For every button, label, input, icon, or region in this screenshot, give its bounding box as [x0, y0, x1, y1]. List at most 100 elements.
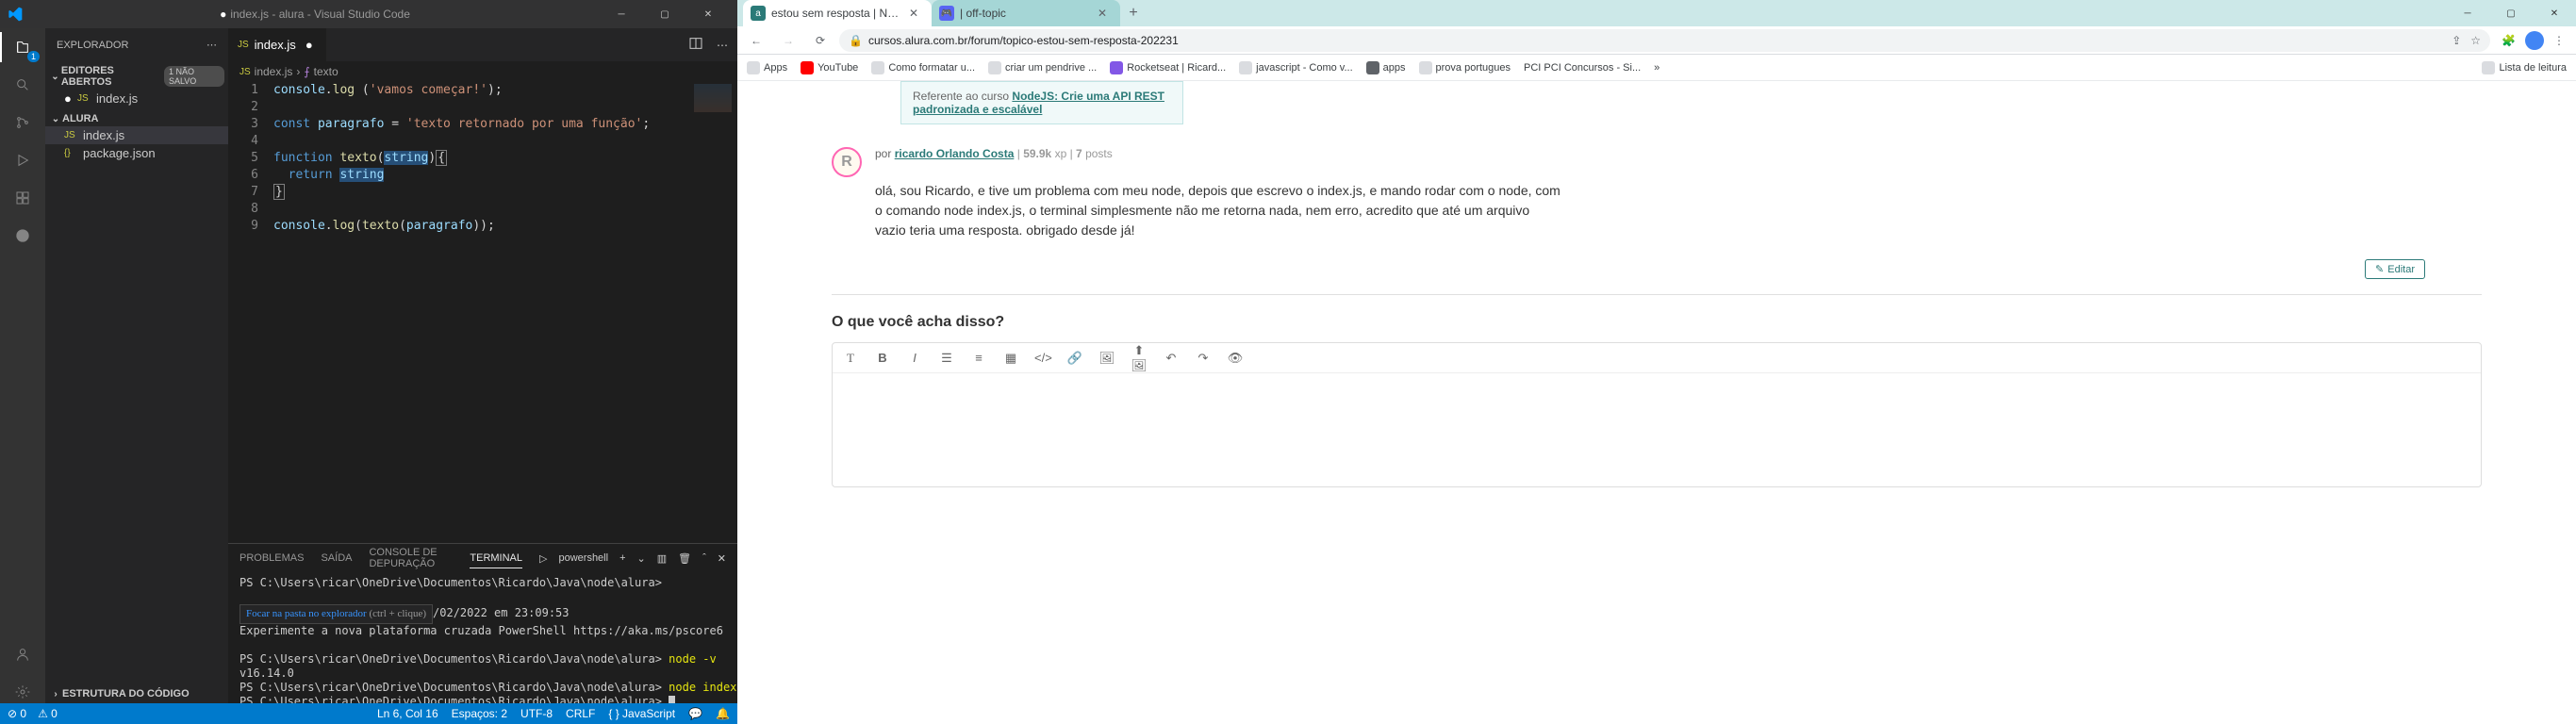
close-tab-icon[interactable]: ✕ — [909, 7, 924, 20]
bookmark-icon — [871, 61, 884, 74]
close-tab-icon[interactable]: ✕ — [1098, 7, 1113, 20]
outline-header[interactable]: › ESTRUTURA DO CÓDIGO — [45, 686, 228, 701]
bookmark-item[interactable]: prova portugues — [1419, 61, 1511, 74]
bookmark-item[interactable]: Apps — [747, 61, 787, 74]
open-editors-header[interactable]: ⌄ EDITORES ABERTOS 1 NÃO SALVO — [45, 63, 228, 90]
chevron-up-icon[interactable]: ˆ — [702, 552, 706, 564]
open-editor-item[interactable]: ● JS index.js — [45, 90, 228, 107]
back-button[interactable]: ← — [743, 27, 769, 54]
bookmark-item[interactable]: apps — [1366, 61, 1406, 74]
panel-tab-output[interactable]: SAÍDA — [321, 549, 352, 568]
vscode-titlebar[interactable]: ●index.js - alura - Visual Studio Code ─… — [0, 0, 737, 28]
profile-avatar[interactable] — [2525, 31, 2544, 50]
modified-dot-icon[interactable]: ● — [302, 38, 317, 53]
bookmark-icon — [988, 61, 1001, 74]
feedback-icon[interactable]: 💬 — [688, 707, 702, 720]
settings-gear-icon[interactable] — [11, 681, 34, 703]
extensions-icon[interactable] — [11, 187, 34, 209]
menu-icon[interactable]: ⋮ — [2553, 34, 2565, 47]
bookmark-item[interactable]: Rocketseat | Ricard... — [1110, 61, 1226, 74]
status-language[interactable]: { } JavaScript — [608, 707, 675, 720]
editor-tab[interactable]: JS index.js ● — [228, 28, 327, 61]
browser-toolbar: ← → ⟳ 🔒 cursos.alura.com.br/forum/topico… — [737, 26, 2576, 55]
address-bar[interactable]: 🔒 cursos.alura.com.br/forum/topico-estou… — [839, 29, 2490, 52]
forward-button[interactable]: → — [775, 27, 801, 54]
split-terminal-icon[interactable]: ▥ — [657, 552, 667, 565]
bookmark-item[interactable]: criar um pendrive ... — [988, 61, 1097, 74]
code-icon[interactable]: </> — [1034, 351, 1051, 365]
italic-icon[interactable]: I — [906, 351, 923, 365]
page-content: Referente ao curso NodeJS: Crie uma API … — [737, 81, 2576, 724]
panel-tab-problems[interactable]: PROBLEMAS — [239, 549, 304, 568]
close-panel-icon[interactable]: ✕ — [718, 552, 726, 565]
maximize-button[interactable]: ▢ — [2489, 0, 2533, 26]
bookmark-item[interactable]: PCI PCI Concursos - Si... — [1524, 62, 1641, 74]
edit-button[interactable]: ✎Editar — [2365, 259, 2425, 279]
status-errors[interactable]: ⊘ 0 — [8, 707, 26, 720]
source-control-icon[interactable] — [11, 111, 34, 134]
dropdown-icon[interactable]: ⌄ — [637, 552, 646, 565]
heading-icon[interactable]: T — [842, 351, 859, 366]
table-icon[interactable]: ▦ — [1002, 351, 1019, 366]
bookmarks-overflow[interactable]: » — [1654, 62, 1660, 74]
bullet-list-icon[interactable]: ☰ — [938, 351, 955, 366]
reading-list[interactable]: Lista de leitura — [2482, 61, 2567, 74]
author-avatar[interactable]: R — [832, 147, 862, 177]
new-tab-button[interactable]: + — [1120, 0, 1147, 26]
more-icon[interactable]: ⋯ — [717, 39, 728, 52]
file-item[interactable]: JS index.js — [45, 126, 228, 144]
share-icon[interactable]: ⇪ — [2452, 34, 2461, 47]
account-icon[interactable] — [11, 643, 34, 666]
numbered-list-icon[interactable]: ≡ — [970, 351, 987, 365]
split-editor-icon[interactable] — [688, 36, 703, 54]
preview-icon[interactable]: 👁 — [1227, 351, 1244, 366]
terminal[interactable]: PS C:\Users\ricar\OneDrive\Documentos\Ri… — [228, 572, 737, 703]
run-debug-icon[interactable] — [11, 149, 34, 172]
status-indent[interactable]: Espaços: 2 — [452, 707, 507, 720]
reply-textarea[interactable] — [833, 373, 2481, 486]
more-icon[interactable]: ⋯ — [206, 39, 217, 51]
explorer-icon[interactable]: 1 — [11, 36, 34, 58]
file-item[interactable]: {} package.json — [45, 144, 228, 162]
github-icon[interactable] — [11, 224, 34, 247]
workspace-header[interactable]: ⌄ ALURA — [45, 111, 228, 126]
star-icon[interactable]: ☆ — [2470, 34, 2481, 47]
status-warnings[interactable]: ⚠ 0 — [38, 707, 58, 720]
link-icon[interactable]: 🔗 — [1066, 351, 1083, 366]
browser-tab[interactable]: a estou sem resposta | NodeJS: Cr ✕ — [743, 0, 932, 26]
image-icon[interactable]: 🖼 — [1098, 351, 1115, 366]
status-encoding[interactable]: UTF-8 — [520, 707, 553, 720]
close-button[interactable]: ✕ — [686, 0, 730, 28]
extension-icon[interactable]: 🧩 — [2502, 34, 2516, 47]
redo-icon[interactable]: ↷ — [1195, 351, 1212, 366]
browser-tab[interactable]: 🎮 | off-topic ✕ — [932, 0, 1120, 26]
new-terminal-icon[interactable]: + — [619, 552, 625, 564]
search-icon[interactable] — [11, 74, 34, 96]
minimize-button[interactable]: ─ — [2446, 0, 2489, 26]
minimap[interactable] — [685, 82, 737, 543]
code-editor[interactable]: 123456789 console.log ('vamos começar!')… — [228, 82, 737, 543]
code-content[interactable]: console.log ('vamos começar!');const par… — [273, 82, 737, 543]
terminal-shell-label[interactable]: powershell — [558, 552, 608, 564]
notifications-icon[interactable]: 🔔 — [716, 707, 730, 720]
terminal-shell-icon[interactable]: ▷ — [539, 552, 547, 565]
bookmark-item[interactable]: YouTube — [801, 61, 858, 74]
maximize-button[interactable]: ▢ — [643, 0, 686, 28]
divider — [832, 294, 2482, 295]
reload-button[interactable]: ⟳ — [807, 27, 834, 54]
status-eol[interactable]: CRLF — [566, 707, 595, 720]
close-button[interactable]: ✕ — [2533, 0, 2576, 26]
bookmark-item[interactable]: Como formatar u... — [871, 61, 975, 74]
bookmark-item[interactable]: javascript - Como v... — [1239, 61, 1353, 74]
bold-icon[interactable]: B — [874, 351, 891, 365]
panel-tab-terminal[interactable]: TERMINAL — [470, 549, 522, 568]
undo-icon[interactable]: ↶ — [1163, 351, 1180, 366]
breadcrumb[interactable]: JS index.js › ⨍ texto — [228, 61, 737, 82]
js-file-icon: JS — [239, 67, 251, 77]
author-link[interactable]: ricardo Orlando Costa — [895, 147, 1015, 160]
status-cursor-pos[interactable]: Ln 6, Col 16 — [377, 707, 438, 720]
upload-image-icon[interactable]: ⬆🖼 — [1131, 343, 1148, 373]
panel-tab-debug[interactable]: CONSOLE DE DEPURAÇÃO — [369, 543, 453, 573]
minimize-button[interactable]: ─ — [600, 0, 643, 28]
trash-icon[interactable]: 🗑 — [678, 552, 691, 565]
